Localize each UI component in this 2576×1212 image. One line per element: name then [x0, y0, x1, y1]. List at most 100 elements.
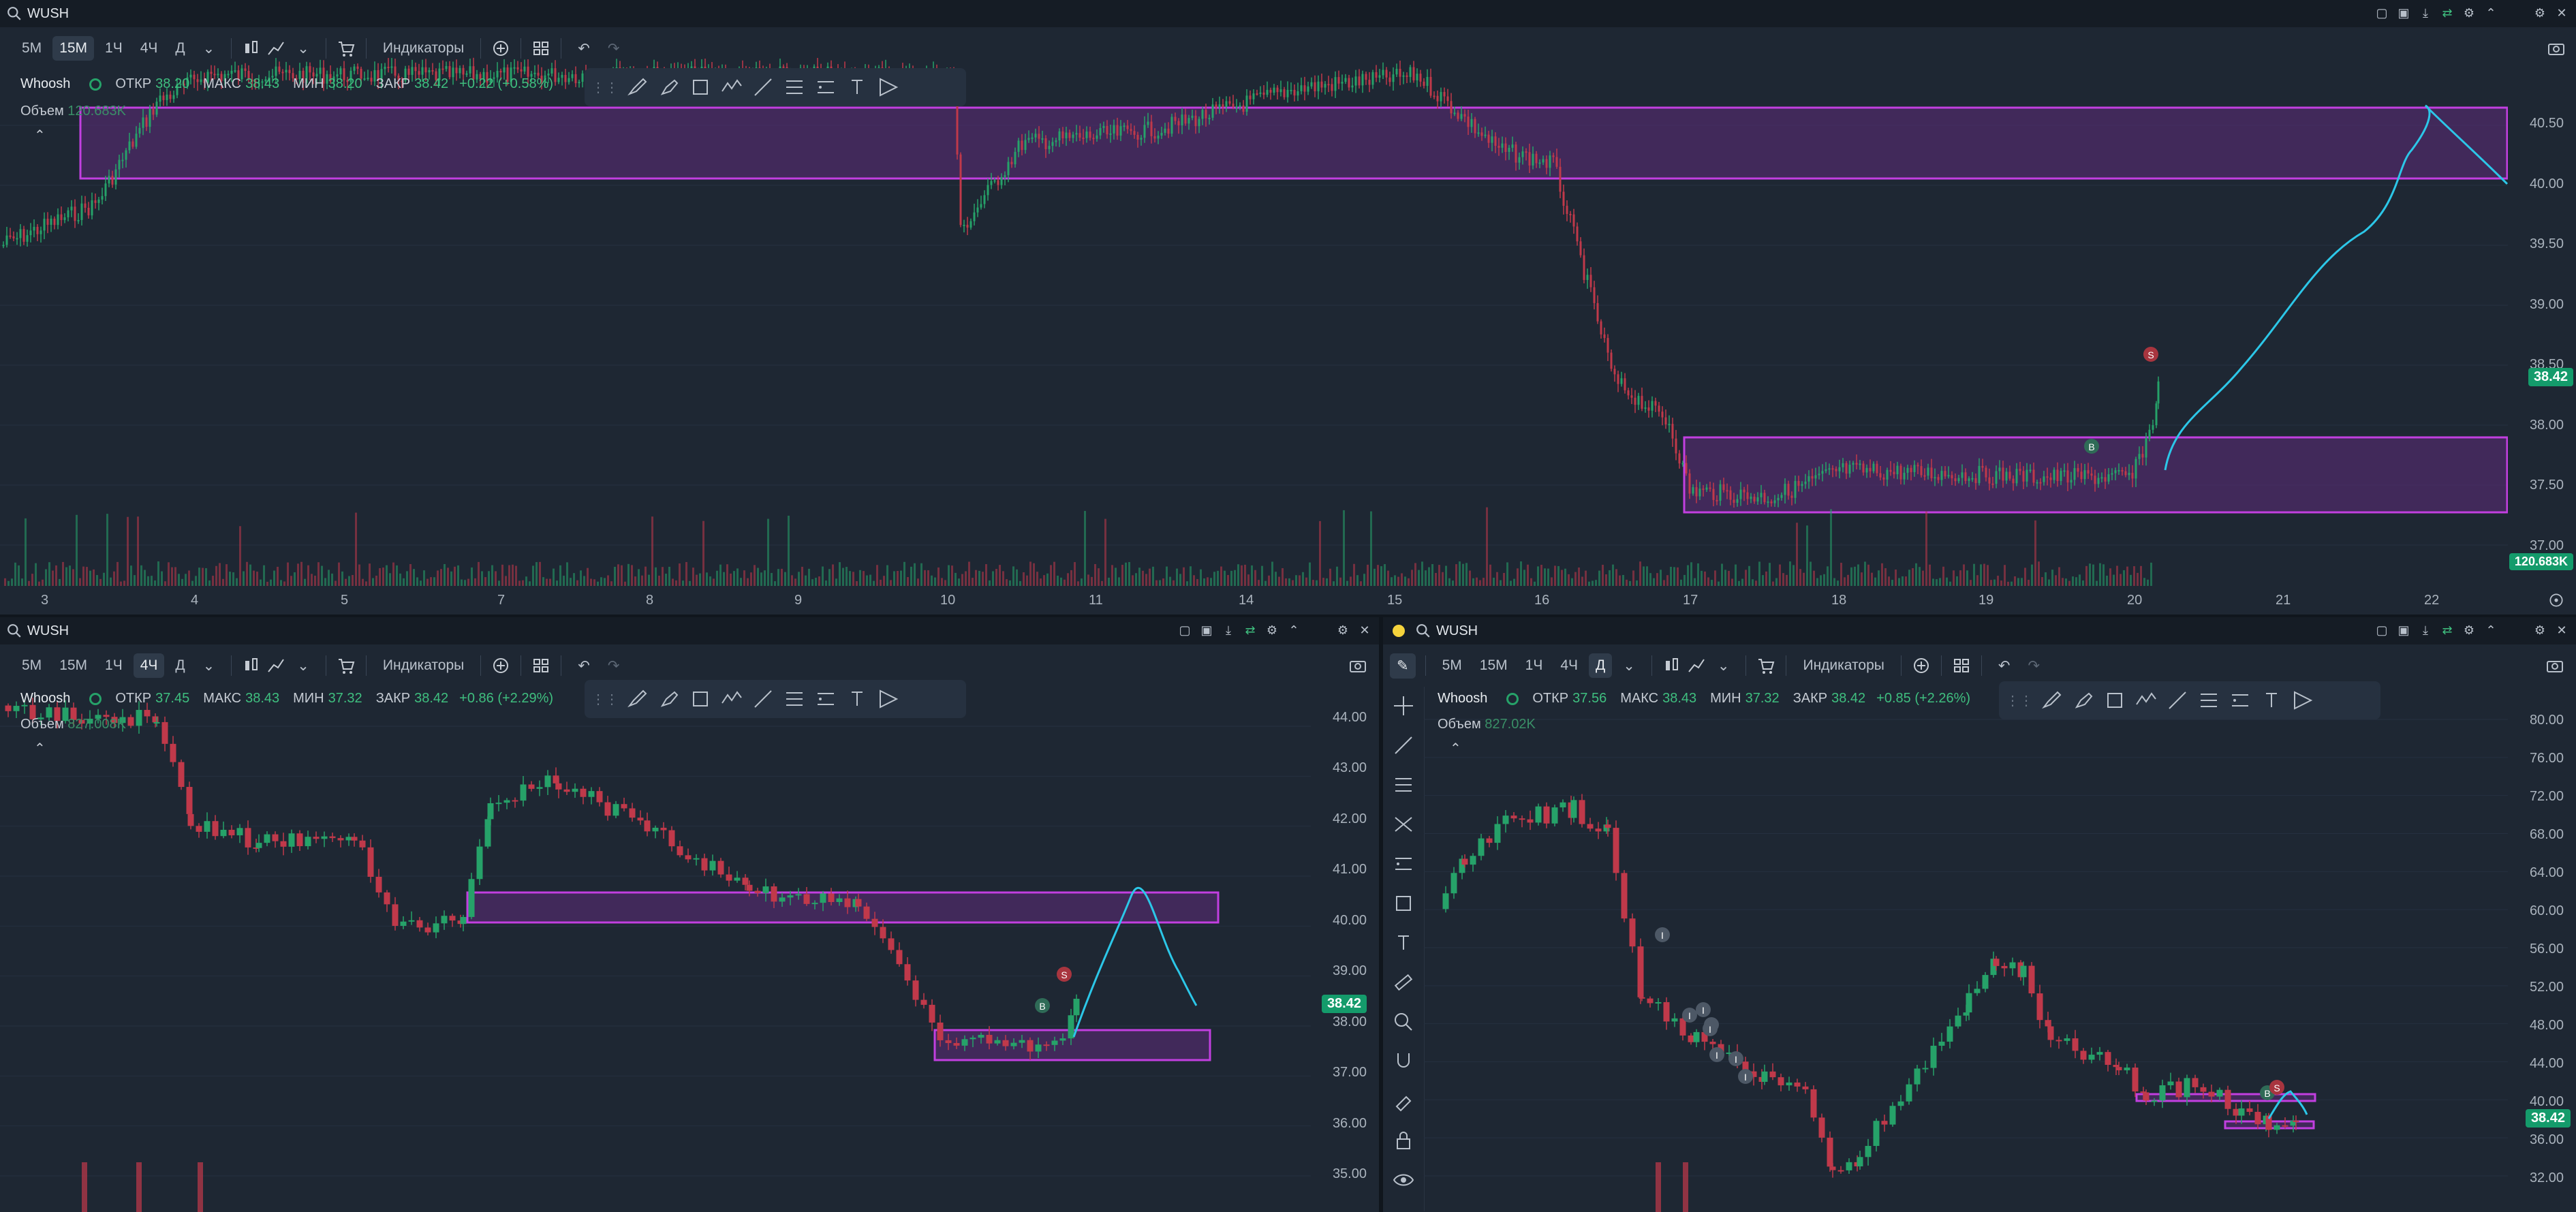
candle — [1722, 484, 1725, 491]
candle — [2167, 1081, 2174, 1086]
open-value: 37.56 — [1572, 691, 1607, 706]
volume-bar — [1077, 581, 1079, 586]
top-price-chart[interactable]: BS — [0, 0, 2508, 615]
candle — [1964, 472, 1967, 481]
candle — [2072, 1038, 2079, 1051]
rectangle-icon[interactable] — [688, 75, 713, 99]
candle — [1194, 115, 1197, 127]
volume-bar — [2147, 579, 2149, 586]
resistance-zone — [466, 891, 1220, 924]
volume-bar — [641, 575, 643, 586]
fib-icon[interactable] — [782, 687, 807, 711]
volume-bar — [236, 578, 238, 586]
time-settings-icon[interactable] — [2547, 591, 2565, 609]
gear-icon[interactable]: ⚙ — [2532, 5, 2547, 20]
candle — [987, 185, 989, 196]
channel-icon[interactable] — [813, 75, 838, 99]
bl-price-axis[interactable]: 44.00 43.00 42.00 41.00 40.00 39.00 38.00 37.00… — [1311, 617, 1379, 1212]
candle — [1610, 352, 1613, 369]
candle — [1038, 134, 1040, 139]
candle — [1562, 191, 1565, 206]
volume-bar — [72, 569, 74, 586]
drag-handle-icon[interactable]: ⋮⋮ — [591, 691, 619, 708]
volume-bar — [420, 580, 422, 586]
candle — [1566, 206, 1568, 215]
collapse-legend-icon[interactable]: ⌃ — [34, 740, 46, 757]
drag-handle-icon[interactable]: ⋮⋮ — [2006, 692, 2033, 709]
volume-value: 120.683K — [67, 104, 126, 119]
drag-handle-icon[interactable]: ⋮⋮ — [591, 79, 619, 96]
volume-bar — [631, 565, 633, 586]
volume-bar — [1656, 1162, 1661, 1212]
candle — [1043, 1044, 1050, 1046]
brush-icon[interactable] — [625, 687, 650, 711]
fib-icon[interactable] — [2197, 688, 2221, 713]
volume-bar — [198, 568, 200, 586]
text-icon[interactable] — [845, 687, 869, 711]
top-time-axis[interactable]: 3 4 5 7 8 9 10 11 14 15 16 17 18 19 20 21 22 — [0, 587, 2508, 615]
pattern-icon[interactable] — [876, 687, 901, 711]
channel-icon[interactable] — [2228, 688, 2252, 713]
trendline-icon[interactable] — [751, 75, 775, 99]
volume-bar — [1288, 578, 1290, 586]
close-icon[interactable]: ✕ — [2554, 5, 2569, 20]
candle — [787, 895, 794, 898]
rectangle-icon[interactable] — [688, 687, 713, 711]
text-icon[interactable] — [845, 75, 869, 99]
volume-bar — [1520, 561, 1522, 586]
fib-icon[interactable] — [782, 75, 807, 99]
trendline-icon[interactable] — [751, 687, 775, 711]
candle — [1450, 101, 1453, 114]
change-value: +0.86 (+2.29%) — [459, 691, 554, 706]
volume-bar — [1343, 510, 1345, 586]
last-price-badge: 38.42 — [2528, 368, 2573, 386]
volume-bar — [978, 570, 980, 586]
candle — [1123, 125, 1126, 127]
channel-icon[interactable] — [813, 687, 838, 711]
polyline-icon[interactable] — [2134, 688, 2158, 713]
trendline-icon[interactable] — [2165, 688, 2190, 713]
volume-bar — [1677, 567, 1679, 586]
candle — [1954, 478, 1957, 482]
collapse-legend-icon[interactable]: ⌃ — [34, 127, 46, 144]
candle — [499, 70, 502, 73]
volume-bar — [1615, 569, 1617, 586]
volume-bar — [992, 571, 994, 586]
volume-bar — [1595, 580, 1597, 586]
candle — [2152, 425, 2154, 430]
volume-bar — [1527, 564, 1529, 586]
volume-bar — [1418, 570, 1420, 586]
candle — [57, 214, 59, 226]
camera-icon[interactable] — [2546, 38, 2566, 59]
rectangle-icon[interactable] — [2102, 688, 2127, 713]
volume-bar — [229, 572, 231, 586]
volume-bar — [726, 564, 728, 586]
pattern-icon[interactable] — [2291, 688, 2315, 713]
top-price-axis[interactable]: 40.50 40.00 39.50 39.00 38.50 38.00 37.50 37.00 — [2508, 69, 2576, 587]
candle — [1981, 465, 1984, 468]
candle — [80, 203, 83, 220]
volume-bar — [1881, 563, 1883, 586]
candle — [1846, 1162, 1852, 1170]
volume-bar — [1987, 565, 1989, 586]
candle — [1837, 1170, 1844, 1172]
volume-bar — [723, 572, 725, 586]
highlighter-icon[interactable] — [2071, 688, 2096, 713]
last-price-badge: 38.42 — [1321, 995, 1367, 1013]
brush-icon[interactable] — [2040, 688, 2064, 713]
volume-bar — [1707, 577, 1709, 586]
collapse-legend-icon[interactable]: ⌃ — [1450, 740, 1461, 757]
pattern-icon[interactable] — [876, 75, 901, 99]
volume-bar — [1810, 561, 1812, 586]
volume-bar — [103, 572, 105, 586]
polyline-icon[interactable] — [719, 687, 744, 711]
candle — [159, 95, 161, 102]
polyline-icon[interactable] — [719, 75, 744, 99]
highlighter-icon[interactable] — [657, 687, 681, 711]
candle — [70, 206, 73, 211]
highlighter-icon[interactable] — [657, 75, 681, 99]
text-icon[interactable] — [2259, 688, 2284, 713]
brush-icon[interactable] — [625, 75, 650, 99]
candle — [1763, 493, 1766, 503]
volume-bar — [1956, 576, 1958, 586]
